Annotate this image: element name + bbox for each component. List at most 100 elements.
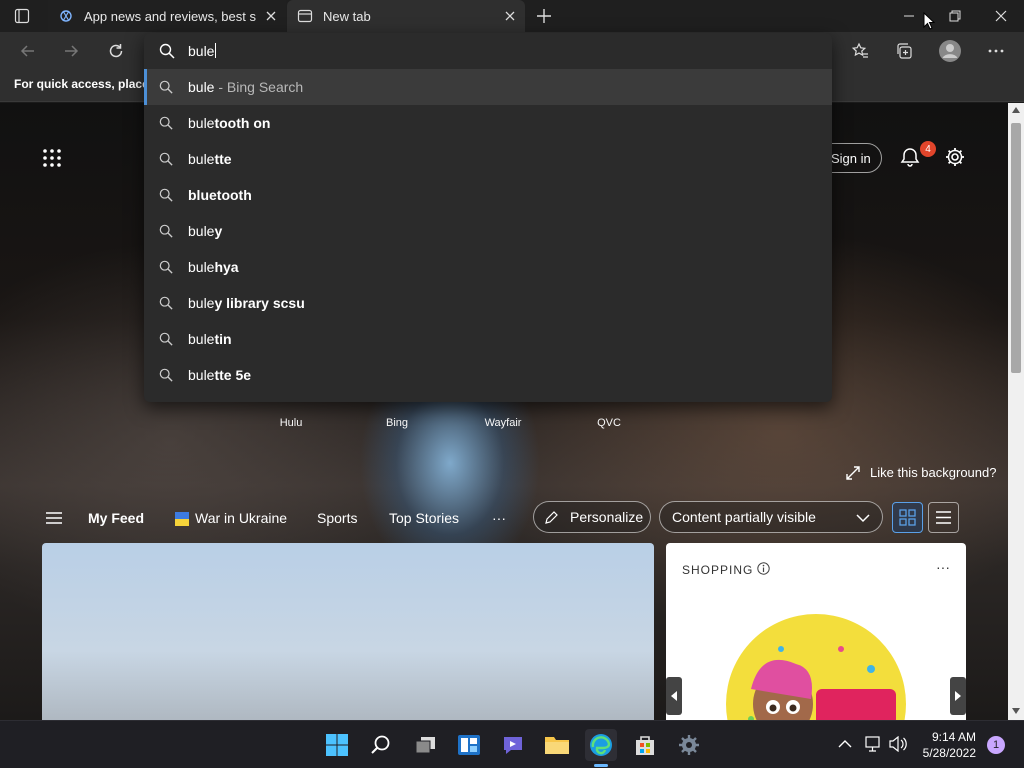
- profile-avatar[interactable]: [935, 36, 965, 66]
- tab-actions-icon[interactable]: [14, 8, 30, 24]
- suggestion-typed-prefix: bule: [188, 151, 215, 167]
- suggestion-completion: tooth on: [214, 115, 271, 131]
- suggestion-label: buley: [188, 223, 222, 239]
- scrollbar-thumb[interactable]: [1011, 123, 1021, 373]
- notifications-bell-icon[interactable]: [899, 146, 921, 168]
- close-window-button[interactable]: [978, 0, 1024, 32]
- suggestion-label: bulehya: [188, 259, 239, 275]
- like-background-link[interactable]: Like this background?: [846, 465, 996, 480]
- folder-icon: [545, 737, 569, 754]
- carousel-prev-button[interactable]: [666, 677, 682, 715]
- suggestion-item[interactable]: bulette 5e: [144, 357, 832, 393]
- ukraine-flag-icon: [175, 512, 189, 526]
- suggestion-typed-prefix: bule: [188, 259, 215, 275]
- suggestion-item[interactable]: buley: [144, 213, 832, 249]
- list-layout-button[interactable]: [928, 502, 959, 533]
- app-launcher-icon[interactable]: [42, 148, 62, 168]
- network-icon[interactable]: [864, 736, 882, 752]
- back-button[interactable]: [13, 36, 43, 66]
- suggestion-label: bulette 5e: [188, 367, 251, 383]
- quick-link-hulu[interactable]: Hulu: [251, 417, 331, 429]
- microsoft-store-button[interactable]: [629, 729, 661, 761]
- restore-button[interactable]: [932, 0, 978, 32]
- tab-war-in-ukraine[interactable]: War in Ukraine: [195, 510, 287, 526]
- task-view-button[interactable]: [409, 729, 441, 761]
- start-button[interactable]: [321, 729, 353, 761]
- page-settings-gear-icon[interactable]: [944, 146, 966, 168]
- quick-link-qvc[interactable]: QVC: [569, 417, 649, 429]
- active-app-indicator: [594, 764, 608, 767]
- suggestion-item[interactable]: buletin: [144, 321, 832, 357]
- search-icon: [159, 296, 173, 310]
- search-icon: [159, 188, 173, 202]
- taskbar-search-button[interactable]: [365, 729, 397, 761]
- shopping-more-button[interactable]: ···: [936, 559, 950, 575]
- new-tab-plus-icon[interactable]: [535, 7, 553, 25]
- suggestion-completion: y library scsu: [214, 295, 305, 311]
- suggestion-label: buley library scsu: [188, 295, 305, 311]
- settings-more-icon[interactable]: [981, 36, 1011, 66]
- edge-browser-button[interactable]: [585, 729, 617, 767]
- grid-layout-button[interactable]: [892, 502, 923, 533]
- tab-my-feed[interactable]: My Feed: [88, 510, 144, 526]
- product-image[interactable]: [721, 609, 911, 720]
- suggestion-item[interactable]: bluetooth: [144, 177, 832, 213]
- tab-new-tab[interactable]: New tab: [287, 0, 525, 32]
- close-tab-icon[interactable]: [503, 9, 517, 23]
- refresh-button[interactable]: [101, 36, 131, 66]
- address-bar-input[interactable]: bule: [144, 33, 832, 69]
- volume-icon[interactable]: [889, 736, 907, 752]
- tab-title: App news and reviews, best softw: [84, 8, 256, 24]
- suggestion-completion: bluetooth: [188, 187, 252, 203]
- expand-icon: [846, 465, 860, 480]
- show-hidden-icons-chevron-icon[interactable]: [838, 739, 852, 749]
- widgets-button[interactable]: [453, 729, 485, 761]
- content-visibility-label: Content partially visible: [672, 509, 816, 525]
- mouse-cursor-icon: [923, 12, 935, 30]
- suggestion-typed-prefix: bule: [188, 115, 215, 131]
- quick-link-bing[interactable]: Bing: [357, 417, 437, 429]
- suggestion-completion: tte 5e: [214, 367, 252, 383]
- file-explorer-button[interactable]: [541, 729, 573, 761]
- quick-link-wayfair[interactable]: Wayfair: [463, 417, 543, 429]
- suggestion-completion: y: [214, 223, 223, 239]
- suggestion-completion: tin: [214, 331, 232, 347]
- hamburger-menu-icon[interactable]: [45, 511, 63, 525]
- feed-card-main[interactable]: [42, 543, 654, 720]
- notification-center-badge[interactable]: 1: [987, 736, 1005, 754]
- clock-time: 9:14 AM: [931, 730, 976, 744]
- more-tabs-button[interactable]: ···: [492, 510, 506, 526]
- tab-top-stories[interactable]: Top Stories: [389, 510, 459, 526]
- content-visibility-dropdown[interactable]: Content partially visible: [659, 501, 883, 533]
- tab-sports[interactable]: Sports: [317, 510, 357, 526]
- suggestion-item[interactable]: buletooth on: [144, 105, 832, 141]
- close-tab-icon[interactable]: [264, 9, 278, 23]
- suggestion-item[interactable]: bulehya: [144, 249, 832, 285]
- favorites-hint-text: For quick access, place y: [14, 77, 144, 91]
- search-icon: [159, 80, 173, 94]
- tab-app-news[interactable]: App news and reviews, best softw: [48, 0, 286, 32]
- grid-icon: [899, 509, 916, 526]
- teams-chat-button[interactable]: [497, 729, 529, 761]
- like-background-text: Like this background?: [870, 465, 997, 480]
- forward-button[interactable]: [56, 36, 86, 66]
- search-icon: [159, 368, 173, 382]
- collections-icon[interactable]: [889, 36, 919, 66]
- suggestion-completion: hya: [214, 259, 239, 275]
- suggestion-item[interactable]: bule - Bing Search: [144, 69, 832, 105]
- shopping-card[interactable]: SHOPPING ···: [666, 543, 966, 720]
- suggestion-item[interactable]: buley library scsu: [144, 285, 832, 321]
- widgets-icon: [458, 735, 480, 755]
- info-icon[interactable]: [757, 562, 770, 575]
- scroll-up-icon[interactable]: [1012, 107, 1020, 113]
- suggestion-label: buletooth on: [188, 115, 270, 131]
- system-clock[interactable]: 9:14 AM 5/28/2022: [916, 729, 976, 761]
- settings-app-button[interactable]: [673, 729, 705, 761]
- carousel-next-button[interactable]: [950, 677, 966, 715]
- suggestion-item[interactable]: bulette: [144, 141, 832, 177]
- favorites-star-icon[interactable]: [845, 36, 875, 66]
- suggestion-label: bule - Bing Search: [188, 79, 303, 95]
- scroll-down-icon[interactable]: [1012, 708, 1020, 714]
- page-scrollbar[interactable]: [1008, 103, 1024, 720]
- personalize-button[interactable]: Personalize: [533, 501, 651, 533]
